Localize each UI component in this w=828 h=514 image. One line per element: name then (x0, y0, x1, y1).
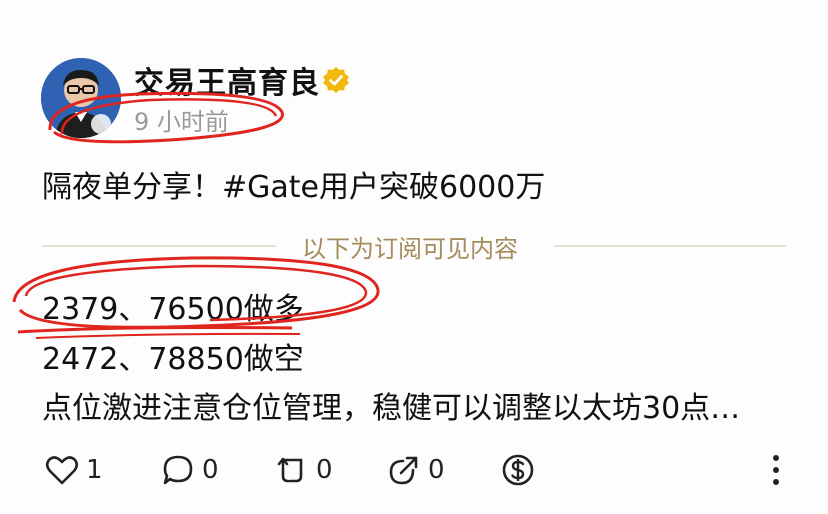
heart-icon (45, 456, 79, 485)
divider-left (42, 245, 276, 247)
content-line-note: 点位激进注意仓位管理，稳健可以调整以太坊30点… (42, 391, 741, 426)
share-button[interactable]: 0 (386, 450, 445, 490)
tip-dollar-icon (502, 454, 534, 486)
content-line-long: 2379、76500做多 (42, 292, 304, 327)
share-icon (389, 456, 418, 485)
repost-count: 0 (316, 455, 333, 485)
post-text: 隔夜单分享！#Gate用户突破6000万 (42, 170, 546, 205)
comment-button[interactable]: 0 (160, 450, 219, 490)
verified-badge-icon (323, 67, 349, 93)
comment-count: 0 (202, 455, 219, 485)
like-button[interactable]: 1 (44, 450, 103, 490)
author-name[interactable]: 交易王高育良 (134, 58, 320, 102)
content-line-short: 2472、78850做空 (42, 342, 304, 377)
post-timestamp: 9 小时前 (134, 108, 229, 136)
more-vertical-icon[interactable] (766, 452, 786, 488)
divider-right (554, 245, 786, 247)
repost-icon (277, 457, 303, 483)
share-count: 0 (428, 455, 445, 485)
repost-button[interactable]: 0 (274, 450, 333, 490)
subscription-divider-label: 以下为订阅可见内容 (302, 235, 518, 263)
comment-icon (163, 455, 193, 485)
like-count: 1 (86, 455, 103, 485)
avatar[interactable] (41, 58, 121, 138)
tip-button[interactable] (500, 450, 536, 490)
